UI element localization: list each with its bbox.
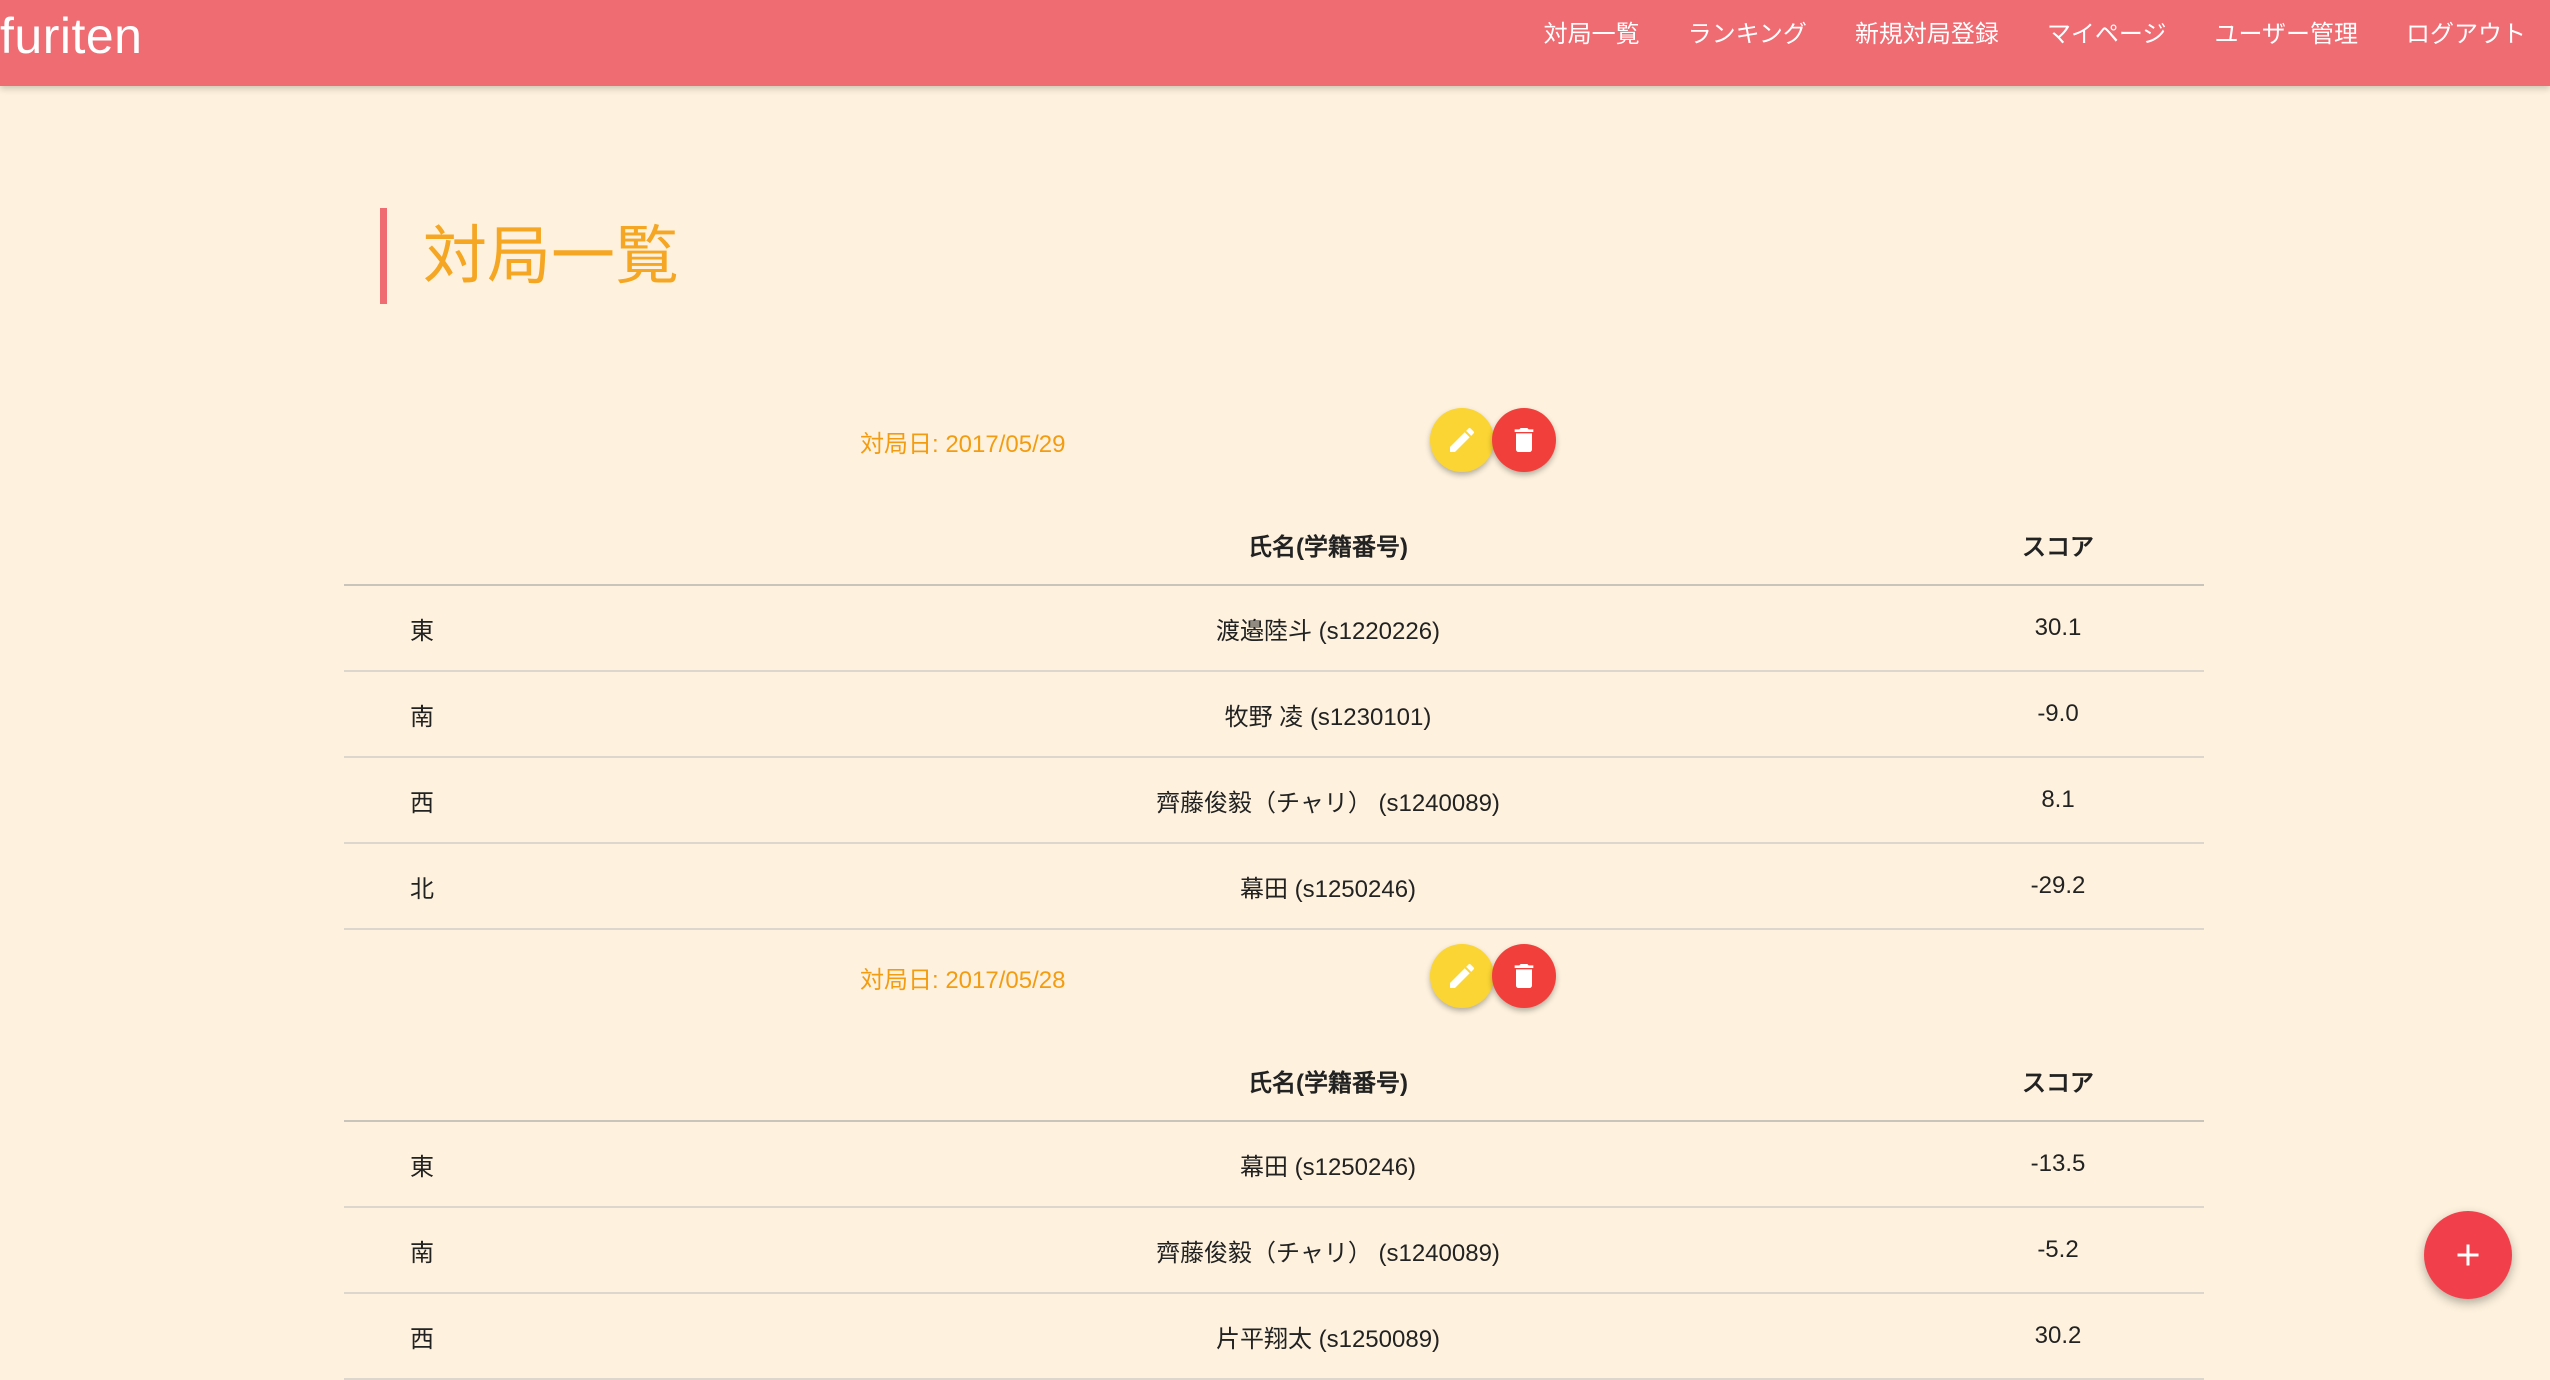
- table-row: 南 齊藤俊毅（チャリ） (s1240089) -5.2: [344, 1207, 2204, 1294]
- score-column-header: スコア: [1912, 1040, 2204, 1122]
- score-cell: -5.2: [1912, 1207, 2204, 1294]
- table-header-row: 氏名(学籍番号) スコア: [344, 1040, 2204, 1122]
- player-name-cell: 幕田 (s1250246): [744, 843, 1912, 930]
- nav-item-logout[interactable]: ログアウト: [2382, 0, 2550, 70]
- seat-column-header: [344, 504, 744, 586]
- match-date: 対局日: 2017/05/28: [860, 967, 1066, 994]
- score-column-header: スコア: [1912, 504, 2204, 586]
- seat-column-header: [344, 1040, 744, 1122]
- delete-match-button[interactable]: [1492, 408, 1556, 472]
- table-row: 東 渡邉陸斗 (s1220226) 30.1: [344, 585, 2204, 672]
- table-header-row: 氏名(学籍番号) スコア: [344, 504, 2204, 586]
- player-name-cell: 齊藤俊毅（チャリ） (s1240089): [744, 757, 1912, 844]
- table-row: 東 幕田 (s1250246) -13.5: [344, 1121, 2204, 1208]
- nav-item-ranking[interactable]: ランキング: [1664, 0, 1831, 70]
- match-card: 対局日: 2017/05/29 氏名(学籍番号) スコア 東 渡邉陸斗 (s12…: [344, 384, 2204, 930]
- player-name-cell: 齊藤俊毅（チャリ） (s1240089): [744, 1207, 1912, 1294]
- edit-match-button[interactable]: [1430, 944, 1494, 1008]
- name-column-header: 氏名(学籍番号): [744, 504, 1912, 586]
- seat-cell: 南: [344, 671, 744, 758]
- player-name-cell: 渡邉陸斗 (s1220226): [744, 585, 1912, 672]
- seat-cell: 東: [344, 1121, 744, 1208]
- trash-icon: [1514, 964, 1534, 988]
- nav-links: 対局一覧 ランキング 新規対局登録 マイページ ユーザー管理 ログアウト: [1520, 0, 2550, 70]
- score-cell: 30.2: [1912, 1293, 2204, 1380]
- match-header: 対局日: 2017/05/28: [344, 920, 2204, 1040]
- pencil-icon: [1450, 427, 1475, 452]
- name-column-header: 氏名(学籍番号): [744, 1040, 1912, 1122]
- score-table: 氏名(学籍番号) スコア 東 渡邉陸斗 (s1220226) 30.1 南 牧野…: [344, 504, 2204, 930]
- match-date: 対局日: 2017/05/29: [860, 431, 1066, 458]
- edit-match-button[interactable]: [1430, 408, 1494, 472]
- score-cell: 8.1: [1912, 757, 2204, 844]
- table-row: 西 齊藤俊毅（チャリ） (s1240089) 8.1: [344, 757, 2204, 844]
- score-cell: -29.2: [1912, 843, 2204, 930]
- seat-cell: 北: [344, 843, 744, 930]
- seat-cell: 西: [344, 757, 744, 844]
- player-name-cell: 幕田 (s1250246): [744, 1121, 1912, 1208]
- table-row: 南 牧野 凌 (s1230101) -9.0: [344, 671, 2204, 758]
- match-header: 対局日: 2017/05/29: [344, 384, 2204, 504]
- top-navbar: furiten 対局一覧 ランキング 新規対局登録 マイページ ユーザー管理 ロ…: [0, 0, 2550, 86]
- table-row: 北 幕田 (s1250246) -29.2: [344, 843, 2204, 930]
- player-name-cell: 片平翔太 (s1250089): [744, 1293, 1912, 1380]
- trash-icon: [1514, 428, 1534, 452]
- page-title: 対局一覧: [380, 208, 679, 304]
- plus-icon: [2457, 1244, 2479, 1266]
- match-card: 対局日: 2017/05/28 氏名(学籍番号) スコア 東 幕田 (s1250…: [344, 920, 2204, 1380]
- seat-cell: 西: [344, 1293, 744, 1380]
- nav-item-my-page[interactable]: マイページ: [2023, 0, 2191, 70]
- nav-item-user-management[interactable]: ユーザー管理: [2190, 0, 2382, 70]
- seat-cell: 東: [344, 585, 744, 672]
- nav-item-match-list[interactable]: 対局一覧: [1520, 0, 1664, 70]
- score-cell: -9.0: [1912, 671, 2204, 758]
- pencil-icon: [1450, 963, 1475, 988]
- add-match-button[interactable]: [2424, 1211, 2512, 1299]
- delete-match-button[interactable]: [1492, 944, 1556, 1008]
- score-cell: -13.5: [1912, 1121, 2204, 1208]
- table-row: 西 片平翔太 (s1250089) 30.2: [344, 1293, 2204, 1380]
- player-name-cell: 牧野 凌 (s1230101): [744, 671, 1912, 758]
- brand-logo[interactable]: furiten: [0, 8, 142, 64]
- score-cell: 30.1: [1912, 585, 2204, 672]
- score-table: 氏名(学籍番号) スコア 東 幕田 (s1250246) -13.5 南 齊藤俊…: [344, 1040, 2204, 1380]
- nav-item-new-match[interactable]: 新規対局登録: [1831, 0, 2023, 70]
- seat-cell: 南: [344, 1207, 744, 1294]
